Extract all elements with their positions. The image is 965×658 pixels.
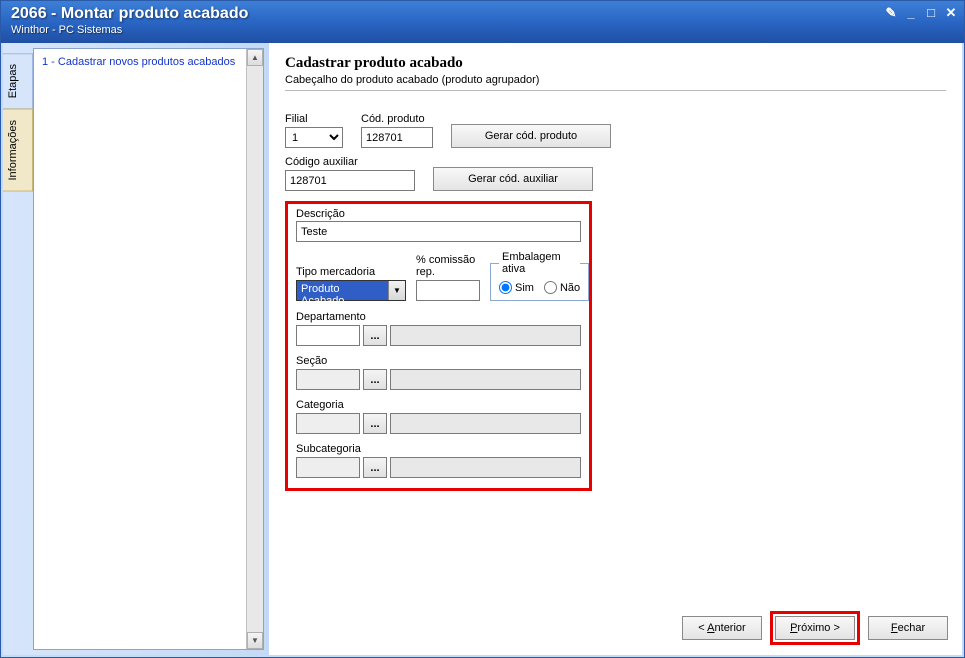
secao-code-input[interactable] [296, 369, 360, 390]
filial-select[interactable]: 1 [285, 127, 343, 148]
categoria-label: Categoria [296, 399, 581, 411]
embalagem-nao-option[interactable]: Não [544, 281, 580, 294]
descricao-input[interactable] [296, 221, 581, 242]
divider [285, 90, 946, 91]
embalagem-legend: Embalagem ativa [499, 251, 580, 275]
comissao-label: % comissão rep. [416, 254, 480, 278]
tipomercadoria-value: Produto Acabado [297, 281, 388, 300]
app-window: 2066 - Montar produto acabado Winthor - … [0, 0, 965, 658]
sidebar: Etapas Informações 1 - Cadastrar novos p… [3, 43, 269, 655]
secao-lookup-button[interactable]: ... [363, 369, 387, 390]
tree-scrollbar[interactable]: ▲ ▼ [246, 49, 263, 649]
embalagem-sim-label: Sim [515, 282, 534, 294]
embalagem-sim-radio[interactable] [499, 281, 512, 294]
comissao-input[interactable] [416, 280, 480, 301]
filial-label: Filial [285, 113, 343, 125]
edit-icon[interactable]: ✎ [884, 5, 898, 21]
categoria-code-input[interactable] [296, 413, 360, 434]
sidebar-tabs: Etapas Informações [3, 43, 33, 655]
window-title: 2066 - Montar produto acabado [11, 5, 954, 23]
embalagem-fieldset: Embalagem ativa Sim Não [490, 251, 589, 301]
gerar-cod-produto-button[interactable]: Gerar cód. produto [451, 124, 611, 148]
subcategoria-code-input[interactable] [296, 457, 360, 478]
departamento-code-input[interactable] [296, 325, 360, 346]
subcategoria-desc [390, 457, 581, 478]
window-controls: ✎ _ □ ✕ [884, 5, 958, 21]
secao-label: Seção [296, 355, 581, 367]
subcategoria-label: Subcategoria [296, 443, 581, 455]
embalagem-nao-label: Não [560, 282, 580, 294]
titlebar: 2066 - Montar produto acabado Winthor - … [1, 1, 964, 43]
proximo-highlight: Próximo > [770, 611, 860, 645]
fechar-button[interactable]: Fechar [868, 616, 948, 640]
maximize-icon[interactable]: □ [924, 5, 938, 21]
departamento-label: Departamento [296, 311, 581, 323]
tipomercadoria-select[interactable]: Produto Acabado ▼ [296, 280, 406, 301]
main-panel: Cadastrar produto acabado Cabeçalho do p… [269, 43, 962, 655]
departamento-lookup-button[interactable]: ... [363, 325, 387, 346]
body: Etapas Informações 1 - Cadastrar novos p… [1, 43, 964, 657]
close-icon[interactable]: ✕ [944, 5, 958, 21]
tab-etapas[interactable]: Etapas [3, 53, 33, 109]
tree-panel: 1 - Cadastrar novos produtos acabados ▲ … [33, 48, 264, 650]
chevron-down-icon[interactable]: ▼ [388, 281, 405, 300]
footer-buttons: < Anterior Próximo > Fechar [682, 611, 948, 645]
form-area: Filial 1 Cód. produto Gerar cód. produto… [285, 113, 946, 491]
gerar-cod-auxiliar-button[interactable]: Gerar cód. auxiliar [433, 167, 593, 191]
subcategoria-lookup-button[interactable]: ... [363, 457, 387, 478]
tab-informacoes[interactable]: Informações [3, 109, 33, 192]
proximo-button[interactable]: Próximo > [775, 616, 855, 640]
scroll-up-icon[interactable]: ▲ [247, 49, 263, 66]
page-subtitle: Cabeçalho do produto acabado (produto ag… [285, 74, 946, 86]
embalagem-nao-radio[interactable] [544, 281, 557, 294]
categoria-desc [390, 413, 581, 434]
codproduto-input[interactable] [361, 127, 433, 148]
codproduto-label: Cód. produto [361, 113, 433, 125]
page-title: Cadastrar produto acabado [285, 55, 946, 72]
descricao-label: Descrição [296, 208, 581, 220]
highlight-box: Descrição Tipo mercadoria Produto Acabad… [285, 201, 592, 491]
scroll-down-icon[interactable]: ▼ [247, 632, 263, 649]
minimize-icon[interactable]: _ [904, 5, 918, 21]
tipomercadoria-label: Tipo mercadoria [296, 266, 406, 278]
codauxiliar-input[interactable] [285, 170, 415, 191]
embalagem-sim-option[interactable]: Sim [499, 281, 534, 294]
main-header: Cadastrar produto acabado Cabeçalho do p… [285, 55, 946, 91]
secao-desc [390, 369, 581, 390]
anterior-button[interactable]: < Anterior [682, 616, 762, 640]
departamento-desc [390, 325, 581, 346]
window-subtitle: Winthor - PC Sistemas [11, 24, 954, 36]
tree-item-cadastrar[interactable]: 1 - Cadastrar novos produtos acabados [34, 49, 263, 75]
codauxiliar-label: Código auxiliar [285, 156, 415, 168]
categoria-lookup-button[interactable]: ... [363, 413, 387, 434]
